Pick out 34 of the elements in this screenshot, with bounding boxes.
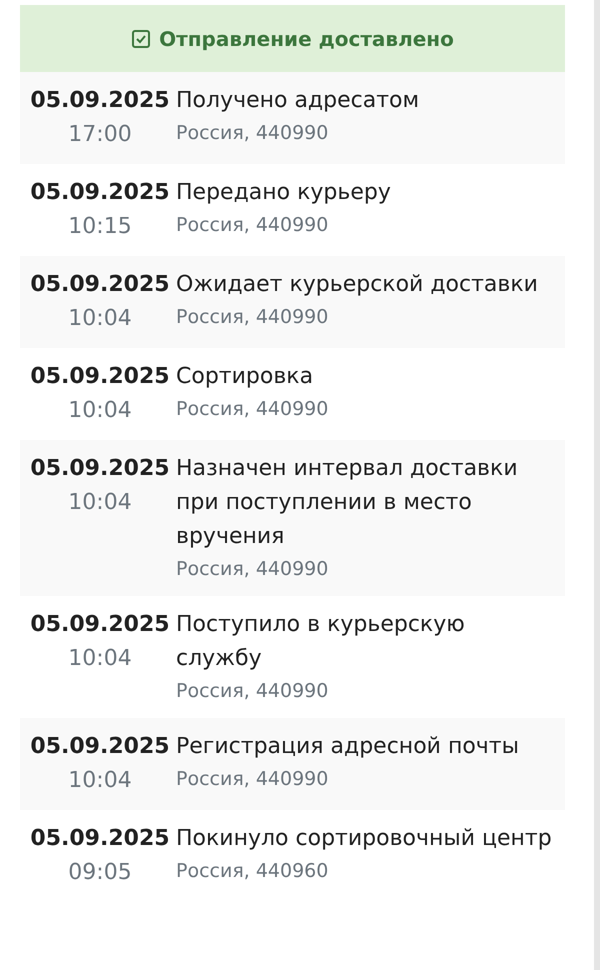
event-date: 05.09.2025 xyxy=(30,363,170,391)
event-location: Россия, 440990 xyxy=(176,767,330,792)
event-title: Ожидает курьерской доставки xyxy=(176,271,539,299)
event-title: Передано курьеру xyxy=(176,179,392,207)
event-time: 10:04 xyxy=(68,645,132,673)
event-time: 17:00 xyxy=(68,121,132,149)
event-location: Россия, 440990 xyxy=(176,305,330,330)
event-title: Покинуло сортировочный центр xyxy=(176,825,553,853)
event-location: Россия, 440960 xyxy=(176,859,330,884)
event-time: 09:05 xyxy=(68,859,132,887)
event-date: 05.09.2025 xyxy=(30,733,170,761)
event-location: Россия, 440990 xyxy=(176,679,330,704)
event-time: 10:04 xyxy=(68,489,132,517)
event-date: 05.09.2025 xyxy=(30,271,170,299)
status-title: Отправление доставлено xyxy=(159,26,454,52)
event-time: 10:15 xyxy=(68,213,132,241)
event-title: Получено адресатом xyxy=(176,87,420,115)
event-title: Сортировка xyxy=(176,363,314,391)
event-title: Поступило в курьерскую службу xyxy=(176,611,466,673)
event-time: 10:04 xyxy=(68,397,132,425)
event-date: 05.09.2025 xyxy=(30,611,170,639)
event-location: Россия, 440990 xyxy=(176,213,330,238)
event-title: Назначен интервал доставки при поступлении в место вручения xyxy=(176,455,519,551)
event-location: Россия, 440990 xyxy=(176,121,330,146)
event-title: Регистрация адресной почты xyxy=(176,733,520,761)
event-date: 05.09.2025 xyxy=(30,179,170,207)
event-time: 10:04 xyxy=(68,767,132,795)
event-date: 05.09.2025 xyxy=(30,825,170,853)
event-location: Россия, 440990 xyxy=(176,397,330,422)
checkbox-checked-icon xyxy=(131,28,152,48)
event-date: 05.09.2025 xyxy=(30,455,170,483)
event-location: Россия, 440990 xyxy=(176,557,330,582)
event-date: 05.09.2025 xyxy=(30,87,170,115)
event-time: 10:04 xyxy=(68,305,132,333)
